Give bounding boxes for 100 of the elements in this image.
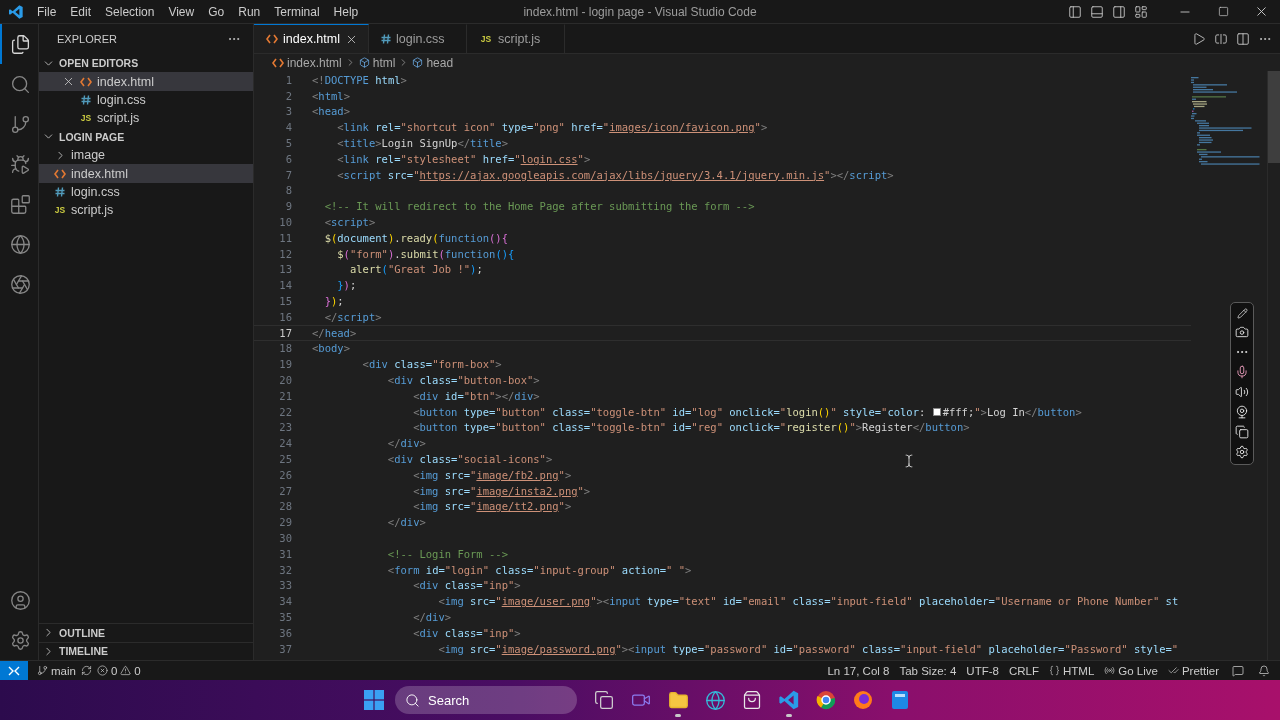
status-item[interactable]: Ln 17, Col 8 — [822, 661, 895, 680]
menu-item[interactable]: Run — [231, 0, 268, 23]
status-item[interactable]: Prettier — [1162, 661, 1224, 680]
problems-button[interactable]: 0 0 — [91, 661, 146, 680]
ball-logo-icon — [853, 690, 873, 710]
line-number: 2 — [284, 89, 292, 102]
code-text: <!-- It will redirect to the Home Page after submitting the form --> — [323, 200, 755, 213]
breadcrumb-item[interactable]: index.html — [272, 55, 342, 70]
line-number: 16 — [278, 310, 292, 323]
angle-brackets-icon — [266, 34, 278, 44]
code-text: <html> — [312, 89, 350, 102]
branch-icon[interactable] — [9, 113, 31, 135]
microphone-icon[interactable] — [1235, 365, 1249, 379]
file-type-label: JS — [53, 205, 67, 216]
pencil-icon[interactable] — [1236, 308, 1248, 319]
angle-brackets-icon — [272, 57, 284, 68]
branch-button[interactable]: main — [32, 661, 81, 680]
taskbar-search[interactable]: Search — [395, 686, 577, 714]
status-item[interactable]: HTML — [1043, 661, 1100, 680]
tree-item[interactable]: JS script.js — [39, 201, 253, 220]
section-header[interactable]: OUTLINE — [39, 623, 253, 642]
bug-play-icon[interactable] — [9, 153, 31, 175]
account-icon[interactable] — [9, 589, 31, 611]
scrollbar-thumb[interactable] — [1268, 71, 1280, 163]
status-item[interactable]: CRLF — [1003, 661, 1044, 680]
run-icon[interactable] — [1192, 31, 1206, 46]
sync-icon[interactable] — [80, 665, 92, 676]
code-text: <script src="https://ajax.googleapis.com/ajax/libs/jquery/3.4.1/jquery.min.js"></script> — [336, 168, 894, 181]
menu-item[interactable]: Help — [326, 0, 366, 23]
tile-icon — [891, 690, 909, 710]
webcam-icon[interactable] — [1235, 405, 1249, 419]
split-editor-icon[interactable] — [1236, 31, 1250, 46]
bell-icon[interactable] — [1258, 664, 1270, 677]
code-text: <img src="image/tt2.png"> — [412, 500, 572, 513]
code-text: <script> — [323, 216, 376, 229]
code-text: </head> — [312, 326, 357, 339]
tree-item[interactable]: index.html — [39, 164, 253, 183]
code-text: $(document).ready(function(){ — [323, 231, 508, 244]
blocks-icon[interactable] — [9, 193, 31, 215]
editor-tab[interactable]: index.html — [254, 24, 369, 53]
section-header[interactable]: LOGIN PAGE — [39, 127, 253, 146]
line-number: 35 — [278, 611, 292, 623]
preview-split-icon[interactable] — [1214, 31, 1228, 46]
panel-left-icon[interactable] — [1068, 4, 1082, 19]
line-number: 23 — [278, 421, 292, 434]
menu-item[interactable]: Go — [201, 0, 232, 23]
search-icon — [405, 692, 420, 708]
line-number: 26 — [278, 468, 292, 481]
settings-icon[interactable] — [1235, 445, 1249, 459]
menu-item[interactable]: File — [30, 0, 64, 23]
camera-icon[interactable] — [1235, 325, 1249, 339]
breadcrumb-item[interactable]: head — [412, 55, 454, 70]
color-swatch-icon[interactable] — [932, 407, 941, 416]
menu-item[interactable]: Edit — [63, 0, 99, 23]
grid-logo-icon[interactable] — [364, 690, 384, 710]
tree-item[interactable]: image — [39, 145, 253, 165]
code-text: <img src="image/fb2.png"> — [412, 468, 572, 481]
double-check-icon — [1167, 665, 1179, 676]
tree-item[interactable]: JS script.js — [39, 109, 253, 128]
search-icon[interactable] — [9, 73, 31, 95]
code-text: <title>Login SignUp</title> — [336, 137, 508, 150]
status-item[interactable]: UTF-8 — [961, 661, 1004, 680]
layout-icon[interactable] — [1134, 4, 1148, 19]
ring-logo-icon — [816, 690, 836, 710]
ribbon-logo-icon — [8, 3, 24, 20]
line-number: 5 — [284, 137, 292, 150]
code-text: <div class="social-icons"> — [386, 453, 553, 465]
files-icon[interactable] — [9, 33, 31, 55]
tree-item[interactable]: index.html — [39, 72, 253, 91]
windows-icon[interactable] — [1235, 425, 1249, 439]
windows-stack-icon — [594, 690, 614, 710]
line-number: 20 — [278, 374, 292, 387]
code-text: <form id="login" class="input-group" action=" "> — [386, 563, 692, 576]
chat-bubble-icon[interactable] — [1232, 664, 1244, 677]
running-indicator — [675, 714, 681, 717]
maximize-icon[interactable] — [1217, 6, 1229, 17]
menu-item[interactable]: View — [161, 0, 202, 23]
aperture-icon[interactable] — [9, 273, 31, 295]
panel-bottom-icon[interactable] — [1090, 4, 1104, 19]
ribbon-logo-icon — [778, 689, 800, 711]
globe-icon[interactable] — [9, 233, 31, 255]
window-title: index.html - login page - Visual Studio Code — [523, 4, 757, 19]
menu-item[interactable]: Selection — [98, 0, 162, 23]
settings-icon[interactable] — [9, 629, 31, 651]
remote-button[interactable] — [0, 661, 28, 680]
hash-icon — [81, 94, 91, 105]
line-number: 9 — [284, 200, 292, 213]
tree-item[interactable]: login.css — [39, 90, 253, 110]
panel-right-icon[interactable] — [1112, 4, 1126, 19]
section-header[interactable]: OPEN EDITORS — [39, 54, 253, 73]
line-number: 17 — [278, 326, 292, 339]
status-item[interactable]: Tab Size: 4 — [894, 661, 962, 680]
menu-item[interactable]: Terminal — [267, 0, 327, 23]
code-text: <head> — [312, 105, 350, 118]
breadcrumb-item[interactable]: html — [358, 55, 396, 70]
tree-item[interactable]: login.css — [39, 182, 253, 202]
speaker-icon[interactable] — [1235, 385, 1249, 399]
code-text: <img src="image/insta2.png"> — [412, 484, 591, 497]
status-item[interactable]: Go Live — [1099, 661, 1163, 680]
code-text: <!DOCTYPE html> — [312, 73, 407, 86]
